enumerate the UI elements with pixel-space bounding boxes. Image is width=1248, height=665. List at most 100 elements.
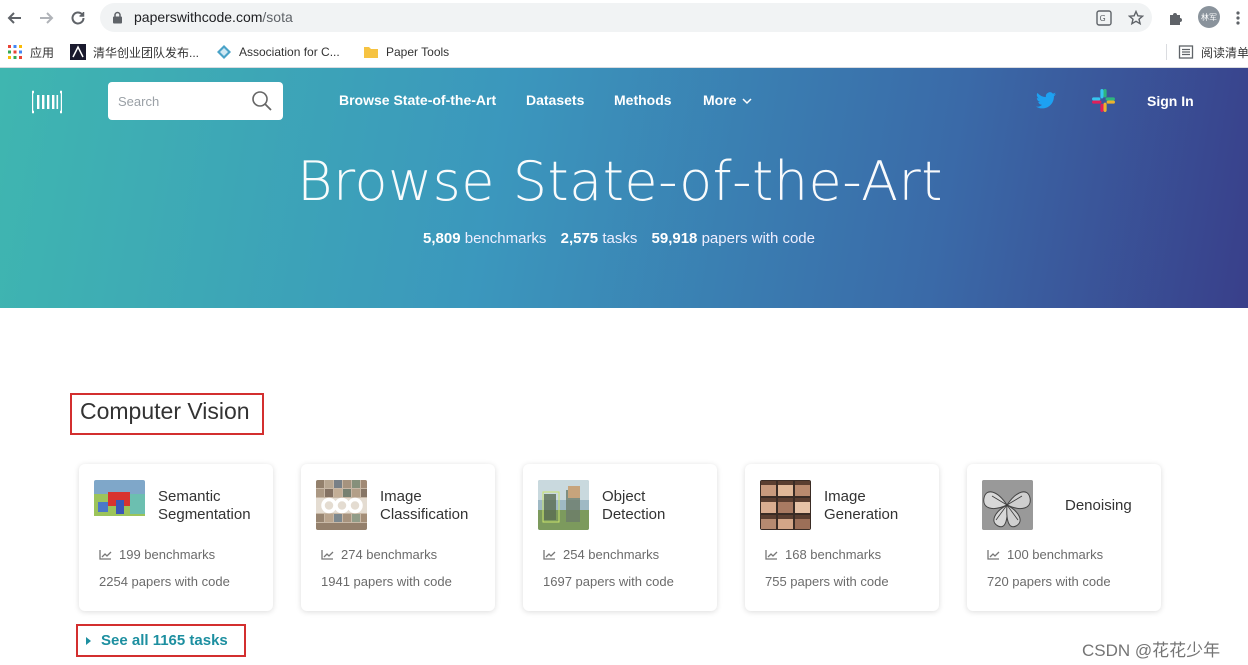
stat-label: benchmarks (464, 230, 547, 247)
task-benchmarks: 254 benchmarks (543, 547, 659, 562)
task-thumbnail (760, 480, 811, 530)
chart-line-icon (321, 550, 334, 560)
url-path: /sota (262, 9, 293, 25)
task-papers: 720 papers with code (987, 574, 1111, 589)
kebab-menu-icon (1236, 11, 1240, 25)
task-name: Semantic Segmentation (158, 488, 251, 523)
task-name: Denoising (1065, 497, 1132, 514)
bookmark-label: Paper Tools (386, 45, 450, 59)
reload-button[interactable] (64, 4, 92, 32)
task-card-image-generation[interactable]: Image Generation 168 benchmarks 755 pape… (745, 464, 939, 611)
star-icon (1128, 10, 1144, 26)
stat-papers: 59,918 papers with code (652, 230, 815, 247)
benchmarks-count: 254 benchmarks (563, 547, 660, 562)
task-card-image-classification[interactable]: Image Classification 274 benchmarks 1941… (301, 464, 495, 611)
reading-list-icon (1178, 45, 1194, 59)
bookmark-label: 清华创业团队发布... (93, 45, 200, 60)
benchmarks-count: 100 benchmarks (1007, 547, 1104, 562)
bookmark-label: 阅读清单 (1201, 45, 1248, 60)
task-papers: 2254 papers with code (99, 574, 230, 589)
address-bar[interactable]: paperswithcode.com/sota G (100, 3, 1152, 32)
task-benchmarks: 168 benchmarks (765, 547, 881, 562)
task-thumbnail (316, 480, 367, 530)
benchmarks-count: 168 benchmarks (785, 547, 882, 562)
task-name: Image Classification (380, 488, 469, 523)
task-name: Object Detection (602, 488, 666, 523)
back-button[interactable] (1, 4, 29, 32)
arrow-right-icon (40, 12, 54, 24)
extensions-button[interactable] (1166, 8, 1186, 28)
bookmarks-bar: 应用 清华创业团队发布... Association for C... Pape… (0, 36, 1248, 68)
stat-benchmarks: 5,809 benchmarks (423, 230, 546, 247)
bookmark-acl[interactable]: Association for C... (216, 42, 340, 62)
search-input[interactable] (118, 91, 248, 111)
slack-icon[interactable] (1091, 88, 1116, 113)
task-papers: 1697 papers with code (543, 574, 674, 589)
stat-label: papers with code (701, 230, 815, 247)
hero-stats: 5,809 benchmarks 2,575 tasks 59,918 pape… (0, 230, 1238, 247)
bookmark-tsinghua[interactable]: 清华创业团队发布... (70, 42, 199, 62)
url-text: paperswithcode.com/sota (134, 9, 293, 25)
see-all-label: See all 1165 tasks (101, 632, 228, 649)
stat-value: 5,809 (423, 230, 461, 247)
chart-line-icon (99, 550, 112, 560)
arrow-left-icon (7, 12, 21, 24)
bookmark-label: 应用 (30, 45, 55, 60)
chevron-down-icon (742, 98, 752, 105)
browser-toolbar: paperswithcode.com/sota G 林军 (0, 0, 1248, 36)
nav-more[interactable]: More (703, 92, 752, 108)
bookmark-label: Association for C... (239, 45, 340, 59)
task-benchmarks: 274 benchmarks (321, 547, 437, 562)
nav-methods[interactable]: Methods (614, 92, 672, 108)
section-title-computer-vision[interactable]: Computer Vision (70, 393, 264, 435)
stat-label: tasks (602, 230, 638, 247)
chart-line-icon (765, 550, 778, 560)
site-favicon-icon (70, 44, 86, 60)
task-card-semantic-segmentation[interactable]: Semantic Segmentation 199 benchmarks 225… (79, 464, 273, 611)
hero-banner: Browse State-of-the-Art Datasets Methods… (0, 68, 1248, 308)
paperswithcode-logo-icon[interactable] (32, 90, 62, 114)
chart-line-icon (543, 550, 556, 560)
task-thumbnail (94, 480, 145, 530)
stat-value: 2,575 (560, 230, 599, 247)
svg-text:G: G (1100, 14, 1106, 23)
translate-icon: G (1096, 10, 1112, 26)
nav-more-label: More (703, 92, 737, 108)
profile-avatar[interactable]: 林军 (1198, 6, 1220, 28)
page-title: Browse State-of-the-Art (297, 150, 943, 213)
forward-button[interactable] (32, 4, 60, 32)
translate-button[interactable]: G (1094, 8, 1114, 28)
task-thumbnail (538, 480, 589, 530)
bookmark-star-button[interactable] (1126, 8, 1146, 28)
task-card-object-detection[interactable]: Object Detection 254 benchmarks 1697 pap… (523, 464, 717, 611)
stat-tasks: 2,575 tasks (561, 230, 638, 247)
apps-grid-icon (8, 45, 22, 59)
task-benchmarks: 199 benchmarks (99, 547, 215, 562)
task-papers: 755 papers with code (765, 574, 889, 589)
sign-in-link[interactable]: Sign In (1147, 93, 1194, 109)
chart-line-icon (987, 550, 1000, 560)
benchmarks-count: 274 benchmarks (341, 547, 438, 562)
caret-right-icon (86, 636, 91, 645)
task-name: Image Generation (824, 488, 899, 523)
diamond-favicon-icon (217, 45, 231, 59)
watermark-text: CSDN @花花少年 (1082, 641, 1221, 660)
reload-icon (71, 11, 85, 25)
bookmarks-divider (1166, 44, 1167, 60)
url-host: paperswithcode.com (134, 9, 263, 25)
bookmark-paper-tools[interactable]: Paper Tools (363, 42, 449, 62)
search-icon[interactable] (251, 90, 273, 112)
bookmark-apps[interactable]: 应用 (7, 42, 54, 62)
nav-datasets[interactable]: Datasets (526, 92, 584, 108)
see-all-tasks-link[interactable]: See all 1165 tasks (76, 624, 246, 657)
task-thumbnail (982, 480, 1033, 530)
search-box[interactable] (108, 82, 283, 120)
task-card-denoising[interactable]: Denoising 100 benchmarks 720 papers with… (967, 464, 1161, 611)
folder-icon (364, 47, 378, 58)
task-benchmarks: 100 benchmarks (987, 547, 1103, 562)
stat-value: 59,918 (651, 230, 698, 247)
bookmark-reading-list[interactable]: 阅读清单 (1178, 42, 1248, 62)
browser-menu-button[interactable] (1232, 8, 1244, 28)
twitter-icon[interactable] (1036, 92, 1056, 109)
nav-browse-sota[interactable]: Browse State-of-the-Art (339, 92, 496, 108)
